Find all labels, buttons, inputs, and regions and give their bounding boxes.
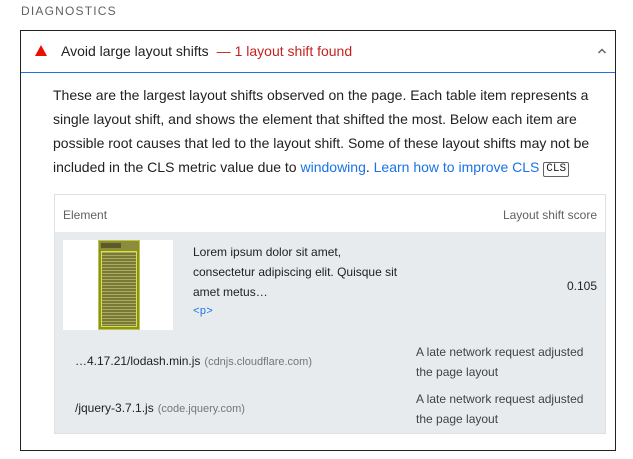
column-header-score: Layout shift score <box>502 208 597 222</box>
script-url[interactable]: …4.17.21/lodash.min.js (cdnjs.cloudflare.… <box>75 354 312 368</box>
script-origin: (cdnjs.cloudflare.com) <box>204 356 312 368</box>
thumbnail-header <box>101 243 121 248</box>
audit-layout-shifts: Avoid large layout shifts —1 layout shift… <box>20 30 616 451</box>
node-tag[interactable]: <p> <box>193 302 403 322</box>
snippet-text: Lorem ipsum dolor sit amet, consectetur … <box>193 245 398 299</box>
column-header-element: Element <box>63 208 108 222</box>
script-url-path: /jquery-3.7.1.js <box>75 401 154 415</box>
thumbnail-page <box>98 240 140 330</box>
audit-description: These are the largest layout shifts obse… <box>53 83 598 179</box>
chevron-up-icon[interactable] <box>596 45 608 57</box>
layout-shift-score: 0.105 <box>566 279 597 293</box>
learn-more-link[interactable]: Learn how to improve CLS <box>374 159 540 175</box>
root-cause-text: A late network request adjusted the page… <box>416 345 584 379</box>
script-origin: (code.jquery.com) <box>157 403 245 415</box>
root-cause-text: A late network request adjusted the page… <box>416 392 584 426</box>
script-url[interactable]: /jquery-3.7.1.js (code.jquery.com) <box>75 401 245 415</box>
audit-display-value: 1 layout shift found <box>234 43 353 59</box>
audit-title-text: Avoid large layout shifts <box>61 43 209 59</box>
section-title: DIAGNOSTICS <box>21 4 117 18</box>
script-url-path: …4.17.21/lodash.min.js <box>75 354 201 368</box>
audit-separator: — <box>216 43 231 59</box>
table-row: /jquery-3.7.1.js (code.jquery.com) A late… <box>55 389 605 435</box>
table-row-group: Lorem ipsum dolor sit amet, consectetur … <box>55 232 605 433</box>
table-row: …4.17.21/lodash.min.js (cdnjs.cloudflare.… <box>55 342 605 388</box>
description-punct: . <box>365 159 374 175</box>
thumbnail-element-highlight <box>101 251 137 327</box>
warning-triangle-icon <box>35 45 47 56</box>
layout-shift-table: Element Layout shift score Lorem ipsum d… <box>54 194 606 434</box>
cls-badge: CLS <box>543 162 570 177</box>
audit-header[interactable]: Avoid large layout shifts —1 layout shift… <box>21 31 615 73</box>
element-screenshot-thumbnail[interactable] <box>63 240 173 330</box>
windowing-link[interactable]: windowing <box>300 159 365 175</box>
audit-title: Avoid large layout shifts —1 layout shift… <box>61 43 352 59</box>
element-snippet[interactable]: Lorem ipsum dolor sit amet, consectetur … <box>193 242 403 322</box>
